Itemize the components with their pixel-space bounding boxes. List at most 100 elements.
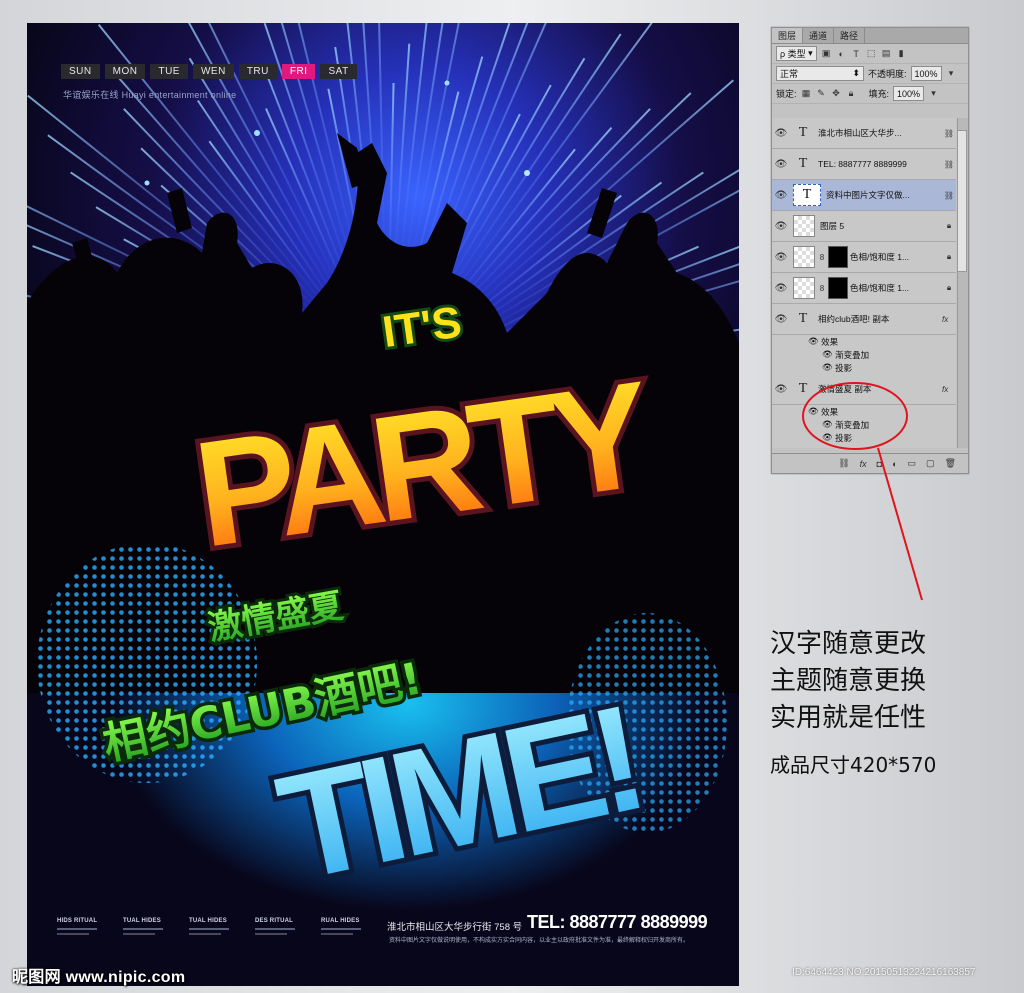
layer-name: 图层 5 (820, 221, 845, 231)
tel-text: TEL: 8887777 8889999 (527, 912, 708, 932)
delete-layer-icon[interactable]: 🗑︎ (945, 458, 956, 469)
lock-icon: 🔒︎ (946, 252, 952, 261)
layers-panel: 图层 通道 路径 ρ 类型 ▾ ▣ ◐ T ⬚ ▤ ▮ 正常 ⬍ 不透明度: 10… (771, 27, 969, 474)
chain-icon: 8 (819, 252, 825, 262)
annotation-line-2: 主题随意更换 (770, 666, 927, 696)
visibility-eye-icon[interactable]: 👁︎ (772, 128, 790, 139)
layer-mask-thumbnail (828, 246, 848, 268)
layer-name: 资料中图片文字仅做... (826, 190, 910, 200)
layer-name: 淮北市相山区大华步... (818, 128, 902, 138)
footer-col: TUAL HIDES (123, 918, 167, 935)
visibility-eye-icon[interactable]: 👁︎ (772, 384, 790, 395)
layer-mask-thumbnail (828, 277, 848, 299)
layer-name: 色相/饱和度 1... (850, 283, 910, 293)
its-text: IT'S (380, 297, 465, 357)
lock-all-icon[interactable]: 🔒︎ (846, 88, 857, 99)
layer-row[interactable]: 👁︎ T 淮北市相山区大华步... ⛓︎ (772, 118, 956, 149)
link-icon: ⛓︎ (943, 159, 955, 169)
opacity-dropdown-icon[interactable]: ▾ (946, 68, 957, 79)
pixel-filter-icon[interactable]: ▣ (821, 48, 832, 59)
layers-scrollbar[interactable] (957, 118, 968, 448)
add-style-icon[interactable]: fx (860, 459, 867, 469)
adjustment-layer-icon[interactable]: ◐ (892, 459, 897, 469)
layer-row[interactable]: 👁︎ 8 色相/饱和度 1... 🔒︎ (772, 273, 956, 304)
panel-footer: ⛓︎ fx ◘ ◐ ▭ ▢ 🗑︎ (772, 453, 968, 473)
layer-name: 色相/饱和度 1... (850, 252, 910, 262)
layer-thumbnail (793, 246, 815, 268)
effect-gradient-overlay[interactable]: 👁︎ 渐变叠加 (772, 348, 956, 361)
lock-label: 锁定: (776, 89, 797, 99)
fx-icon[interactable]: fx (942, 315, 956, 324)
fx-icon[interactable]: fx (942, 385, 956, 394)
effects-row[interactable]: 👁︎ 效果 (772, 405, 956, 418)
layer-name: 激情盛夏 副本 (818, 384, 872, 394)
layer-row[interactable]: 👁︎ 8 色相/饱和度 1... 🔒︎ (772, 242, 956, 273)
text-layer-thumbnail: T (793, 184, 821, 206)
text-layer-icon: T (798, 156, 808, 171)
visibility-eye-icon[interactable]: 👁︎ (772, 283, 790, 294)
fill-input[interactable]: 100% (893, 86, 925, 101)
effect-drop-shadow[interactable]: 👁︎ 投影 (772, 361, 956, 374)
visibility-eye-icon[interactable]: 👁︎ (772, 252, 790, 263)
annotation-line-1: 汉字随意更改 (770, 629, 927, 659)
footer-col: TUAL HIDES (189, 918, 233, 935)
blend-row: 正常 ⬍ 不透明度: 100% ▾ (772, 64, 968, 84)
filter-row: ρ 类型 ▾ ▣ ◐ T ⬚ ▤ ▮ (772, 44, 968, 64)
filter-select[interactable]: ρ 类型 ▾ (776, 46, 817, 61)
panel-tabs: 图层 通道 路径 (772, 28, 968, 44)
layer-name: 相约club酒吧! 副本 (818, 314, 890, 324)
layer-row[interactable]: 👁︎ 图层 5 🔒︎ (772, 211, 956, 242)
party-word: PARTY (181, 344, 665, 584)
add-mask-icon[interactable]: ◘ (877, 459, 882, 469)
lock-pixels-icon[interactable]: ✎ (816, 88, 827, 99)
new-layer-icon[interactable]: ▢ (926, 458, 935, 469)
site-watermark: 昵图网 www.nipic.com (12, 969, 186, 986)
new-group-icon[interactable]: ▭ (908, 458, 917, 469)
footer-col: DES RITUAL (255, 918, 299, 935)
effect-drop-shadow[interactable]: 👁︎ 投影 (772, 431, 956, 444)
link-layers-icon[interactable]: ⛓︎ (838, 458, 849, 469)
fill-label: 填充: (868, 89, 890, 99)
link-icon: ⛓︎ (943, 128, 955, 138)
opacity-input[interactable]: 100% (910, 66, 942, 81)
visibility-eye-icon[interactable]: 👁︎ (772, 159, 790, 170)
layer-list: 👁︎ T 淮北市相山区大华步... ⛓︎ 👁︎ T TEL: 8887777 8… (772, 118, 956, 448)
fill-dropdown-icon[interactable]: ▾ (928, 88, 939, 99)
lock-position-icon[interactable]: ✥ (831, 88, 842, 99)
effects-row[interactable]: 👁︎ 效果 (772, 335, 956, 348)
filter-toggle-icon[interactable]: ▮ (896, 48, 907, 59)
scrollbar-thumb[interactable] (957, 130, 967, 272)
title-artwork: PARTY IT'S TIME! 激情盛夏 相约CLUB酒吧! (37, 294, 727, 917)
blend-mode-select[interactable]: 正常 ⬍ (776, 66, 864, 81)
lock-row: 锁定: ▦ ✎ ✥ 🔒︎ 填充: 100% ▾ (772, 84, 968, 104)
type-filter-icon[interactable]: T (851, 48, 862, 59)
layer-thumbnail (793, 215, 815, 237)
smart-filter-icon[interactable]: ▤ (881, 48, 892, 59)
effect-gradient-overlay[interactable]: 👁︎ 渐变叠加 (772, 418, 956, 431)
layer-row[interactable]: 👁︎ T 相约club酒吧! 副本 fx (772, 304, 956, 335)
visibility-eye-icon[interactable]: 👁︎ (772, 221, 790, 232)
tab-paths[interactable]: 路径 (834, 28, 866, 43)
visibility-eye-icon[interactable]: 👁︎ (772, 190, 790, 201)
text-layer-icon: T (798, 125, 808, 140)
image-id-text: ID:6464423 NO:20150513224216163857 (792, 967, 976, 978)
lock-transparent-icon[interactable]: ▦ (801, 88, 812, 99)
layer-row-selected[interactable]: 👁︎ T 资料中图片文字仅做... ⛓︎ (772, 180, 956, 211)
footer-columns: HIDS RITUAL TUAL HIDES TUAL HIDES DES RI… (57, 918, 365, 935)
address-text: 淮北市相山区大华步行街 758 号 (387, 922, 523, 933)
annotation-line-4: 成品尺寸420*570 (770, 753, 937, 777)
layer-name: TEL: 8887777 8889999 (818, 159, 907, 169)
lock-icon: 🔒︎ (946, 283, 952, 292)
text-layer-icon: T (798, 311, 808, 326)
visibility-eye-icon[interactable]: 👁︎ (772, 314, 790, 325)
layer-row[interactable]: 👁︎ T TEL: 8887777 8889999 ⛓︎ (772, 149, 956, 180)
footer-col: HIDS RITUAL (57, 918, 101, 935)
tab-channels[interactable]: 通道 (803, 28, 835, 43)
party-text: PARTY (186, 349, 660, 579)
tab-layers[interactable]: 图层 (772, 28, 804, 43)
layer-row[interactable]: 👁︎ T 激情盛夏 副本 fx (772, 374, 956, 405)
adjust-filter-icon[interactable]: ◐ (836, 48, 847, 59)
poster-artwork: SUN MON TUE WEN TRU FRI SAT 华谊娱乐在线 Huayi… (27, 23, 739, 986)
shape-filter-icon[interactable]: ⬚ (866, 48, 877, 59)
link-icon: ⛓︎ (943, 190, 955, 200)
